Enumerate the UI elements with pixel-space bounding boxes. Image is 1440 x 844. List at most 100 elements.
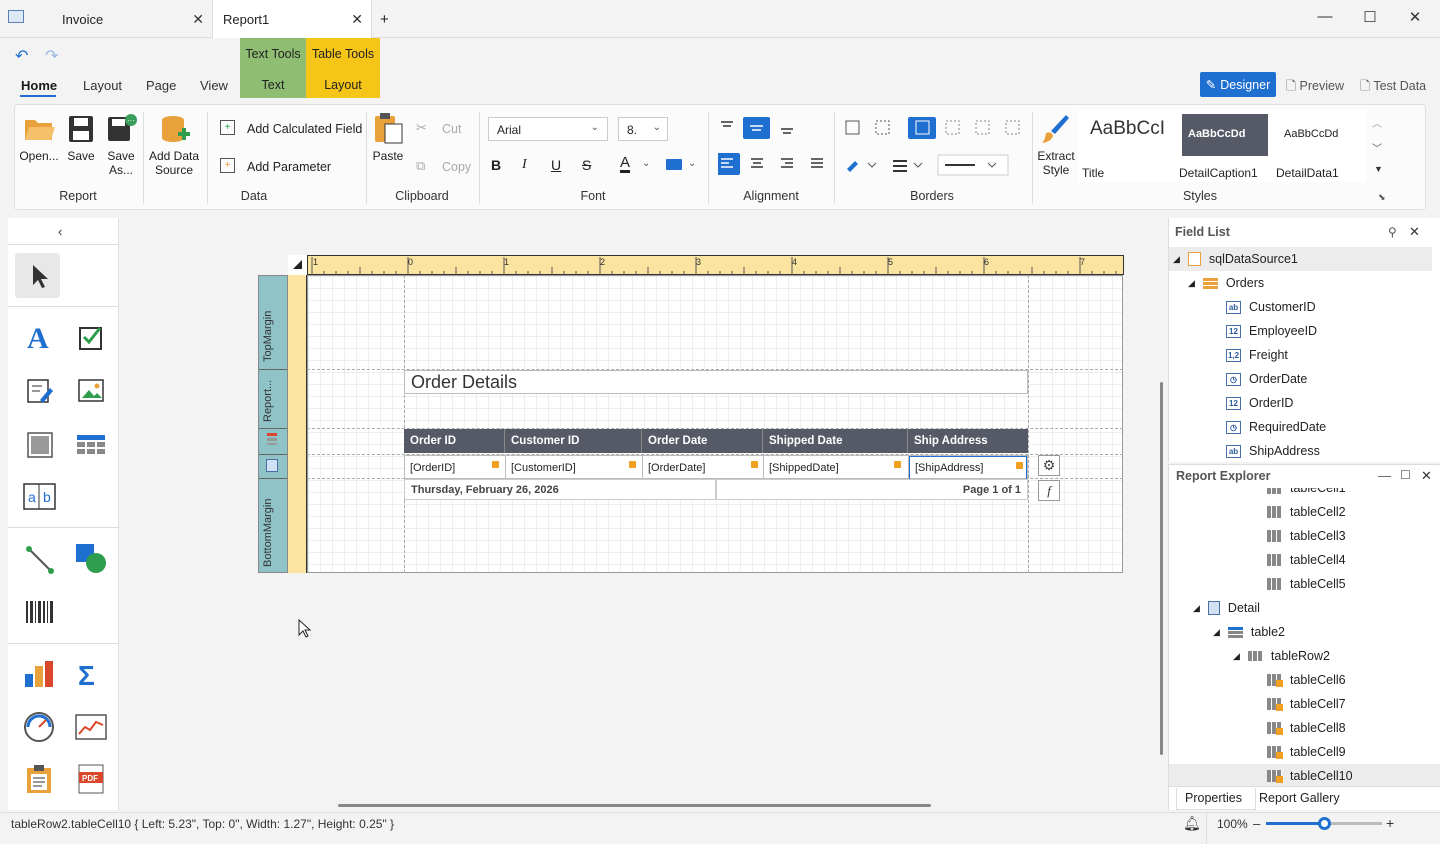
label-tool-icon[interactable]: A	[27, 322, 49, 356]
subreport-tool-icon[interactable]	[26, 764, 52, 797]
tab-view[interactable]: View	[200, 78, 228, 93]
header-cell-ship-address[interactable]: Ship Address	[908, 429, 1028, 453]
checkbox-tool-icon[interactable]	[78, 325, 104, 354]
field-item[interactable]: ab ShipAddress	[1226, 439, 1320, 463]
paste-button[interactable]: Paste	[370, 149, 406, 163]
chevron-down-icon[interactable]: ⌄	[642, 158, 650, 169]
zoom-out-button[interactable]: –	[1253, 816, 1260, 831]
footer-page-info[interactable]: Page 1 of 1	[716, 479, 1028, 500]
sparkline-tool-icon[interactable]	[75, 714, 107, 743]
expand-arrow-icon[interactable]: ◢	[1193, 603, 1200, 614]
close-window-button[interactable]: ✕	[1400, 8, 1430, 28]
pointer-tool[interactable]	[15, 253, 60, 298]
expand-arrow-icon[interactable]: ◢	[1173, 254, 1180, 265]
gear-icon[interactable]: ⚙	[1038, 455, 1060, 476]
add-parameter-button[interactable]: Add Parameter	[247, 160, 331, 174]
tree-item-table-cell[interactable]: tableCell3	[1267, 524, 1346, 548]
tree-item-detail[interactable]: ◢ Detail	[1193, 596, 1260, 620]
data-cell-ship-address[interactable]: [ShipAddress]	[909, 456, 1027, 480]
tab-report-gallery[interactable]: Report Gallery	[1259, 791, 1340, 805]
expand-arrow-icon[interactable]: ◢	[1233, 651, 1240, 662]
pin-icon[interactable]: ⚲	[1388, 225, 1397, 239]
table-tool-icon[interactable]	[76, 434, 106, 459]
data-cell-order-date[interactable]: [OrderDate]	[643, 456, 764, 480]
tree-item-table-cell[interactable]: tableCell10	[1169, 764, 1440, 786]
tab-home[interactable]: Home	[21, 78, 57, 93]
style-detail-data[interactable]: AaBbCcDd DetailData1	[1272, 110, 1366, 182]
extract-style-button[interactable]: Extract Style	[1034, 149, 1078, 177]
line-tool-icon[interactable]	[25, 545, 55, 578]
tree-item-table-cell[interactable]: tableCell4	[1267, 548, 1346, 572]
strikethrough-button[interactable]: S	[582, 157, 591, 173]
cut-button[interactable]: Cut	[442, 122, 461, 136]
tab-properties[interactable]: Properties	[1176, 788, 1256, 810]
underline-button[interactable]: U	[551, 157, 561, 173]
close-icon[interactable]: ✕	[1421, 468, 1432, 484]
save-button[interactable]: Save	[62, 149, 100, 163]
report-title[interactable]: Order Details	[404, 370, 1028, 394]
field-item[interactable]: 12 OrderID	[1226, 391, 1293, 415]
tab-report1[interactable]: Report1 ✕	[212, 0, 372, 38]
minimize-button[interactable]: —	[1310, 8, 1340, 28]
summary-tool-icon[interactable]: Σ	[78, 660, 95, 692]
italic-button[interactable]: I	[522, 157, 527, 173]
tab-page[interactable]: Page	[146, 78, 176, 93]
picture-box-tool-icon[interactable]	[77, 378, 105, 407]
tree-item-table-cell[interactable]: tableCell7	[1267, 692, 1346, 716]
data-cell-shipped-date[interactable]: [ShippedDate]	[764, 456, 909, 480]
header-cell-order-id[interactable]: Order ID	[404, 429, 505, 453]
header-cell-customer-id[interactable]: Customer ID	[505, 429, 642, 453]
tree-item-table-cell[interactable]: tableCell8	[1267, 716, 1346, 740]
tab-layout[interactable]: Layout	[83, 78, 122, 93]
tree-item-table-cell[interactable]: tableCell9	[1267, 740, 1346, 764]
table-row[interactable]: [OrderID] [CustomerID] [OrderDate] [Ship…	[404, 455, 1028, 480]
chevron-up-icon[interactable]: ︿	[1372, 115, 1382, 130]
field-item[interactable]: ab CustomerID	[1226, 295, 1316, 319]
open-button[interactable]: Open...	[16, 149, 62, 163]
designer-button[interactable]: ✎ Designer	[1200, 72, 1276, 97]
tree-item-datasource[interactable]: ◢ sqlDataSource1	[1169, 247, 1432, 271]
footer-date[interactable]: Thursday, February 26, 2026	[404, 479, 716, 500]
tree-item-table-cell[interactable]: tableCell2	[1267, 500, 1346, 524]
close-icon[interactable]: ✕	[351, 11, 363, 28]
field-item[interactable]: ◷ RequiredDate	[1226, 415, 1326, 439]
tab-table-layout[interactable]: Layout	[306, 78, 380, 92]
zoom-in-button[interactable]: +	[1386, 815, 1394, 831]
bell-icon[interactable]: 🔔︎	[1183, 815, 1201, 832]
new-tab-button[interactable]: +	[380, 11, 389, 28]
band-top-margin[interactable]: TopMargin	[262, 311, 274, 362]
header-cell-order-date[interactable]: Order Date	[642, 429, 763, 453]
minimize-icon[interactable]: —	[1378, 468, 1391, 483]
band-bottom-margin[interactable]: BottomMargin	[262, 499, 274, 567]
add-data-source-button[interactable]: Add Data Source	[146, 149, 202, 177]
collapse-toolbox-icon[interactable]: ‹	[58, 224, 62, 239]
data-cell-customer-id[interactable]: [CustomerID]	[506, 456, 643, 480]
style-title[interactable]: AaBbCcI Title	[1078, 110, 1178, 182]
character-comb-tool-icon[interactable]: ab	[23, 483, 56, 514]
panel-tool-icon[interactable]	[26, 431, 54, 462]
zoom-slider-thumb[interactable]	[1318, 817, 1331, 830]
expand-gallery-icon[interactable]: ▼	[1374, 164, 1383, 174]
test-data-button[interactable]: 🗋 Test Data	[1360, 77, 1426, 98]
font-name-select[interactable]: Arial ⌄	[488, 117, 608, 141]
tab-text[interactable]: Text	[240, 78, 306, 92]
close-icon[interactable]: ✕	[1409, 224, 1420, 240]
expand-arrow-icon[interactable]: ◢	[1188, 278, 1195, 289]
zoom-slider[interactable]	[1266, 817, 1382, 830]
field-item[interactable]: 1,2 Freight	[1226, 343, 1288, 367]
barcode-tool-icon[interactable]	[25, 600, 55, 627]
add-calculated-field-button[interactable]: Add Calculated Field	[247, 122, 362, 136]
close-icon[interactable]: ✕	[192, 11, 204, 28]
copy-button[interactable]: Copy	[442, 160, 471, 174]
expression-icon[interactable]: f	[1038, 480, 1060, 501]
highlight-color-icon[interactable]	[666, 159, 682, 170]
field-item[interactable]: ◷ OrderDate	[1226, 367, 1307, 391]
data-cell-order-id[interactable]: [OrderID]	[405, 456, 506, 480]
style-detail-caption[interactable]: AaBbCcDd DetailCaption1	[1178, 110, 1272, 182]
tree-item-table-cell[interactable]: tableCell6	[1267, 668, 1346, 692]
header-cell-shipped-date[interactable]: Shipped Date	[763, 429, 908, 453]
shape-tool-icon[interactable]	[75, 543, 107, 578]
preview-button[interactable]: 🗋 Preview	[1286, 77, 1344, 98]
chevron-down-icon[interactable]: ⌄	[688, 158, 696, 169]
rich-text-tool-icon[interactable]	[26, 378, 54, 409]
